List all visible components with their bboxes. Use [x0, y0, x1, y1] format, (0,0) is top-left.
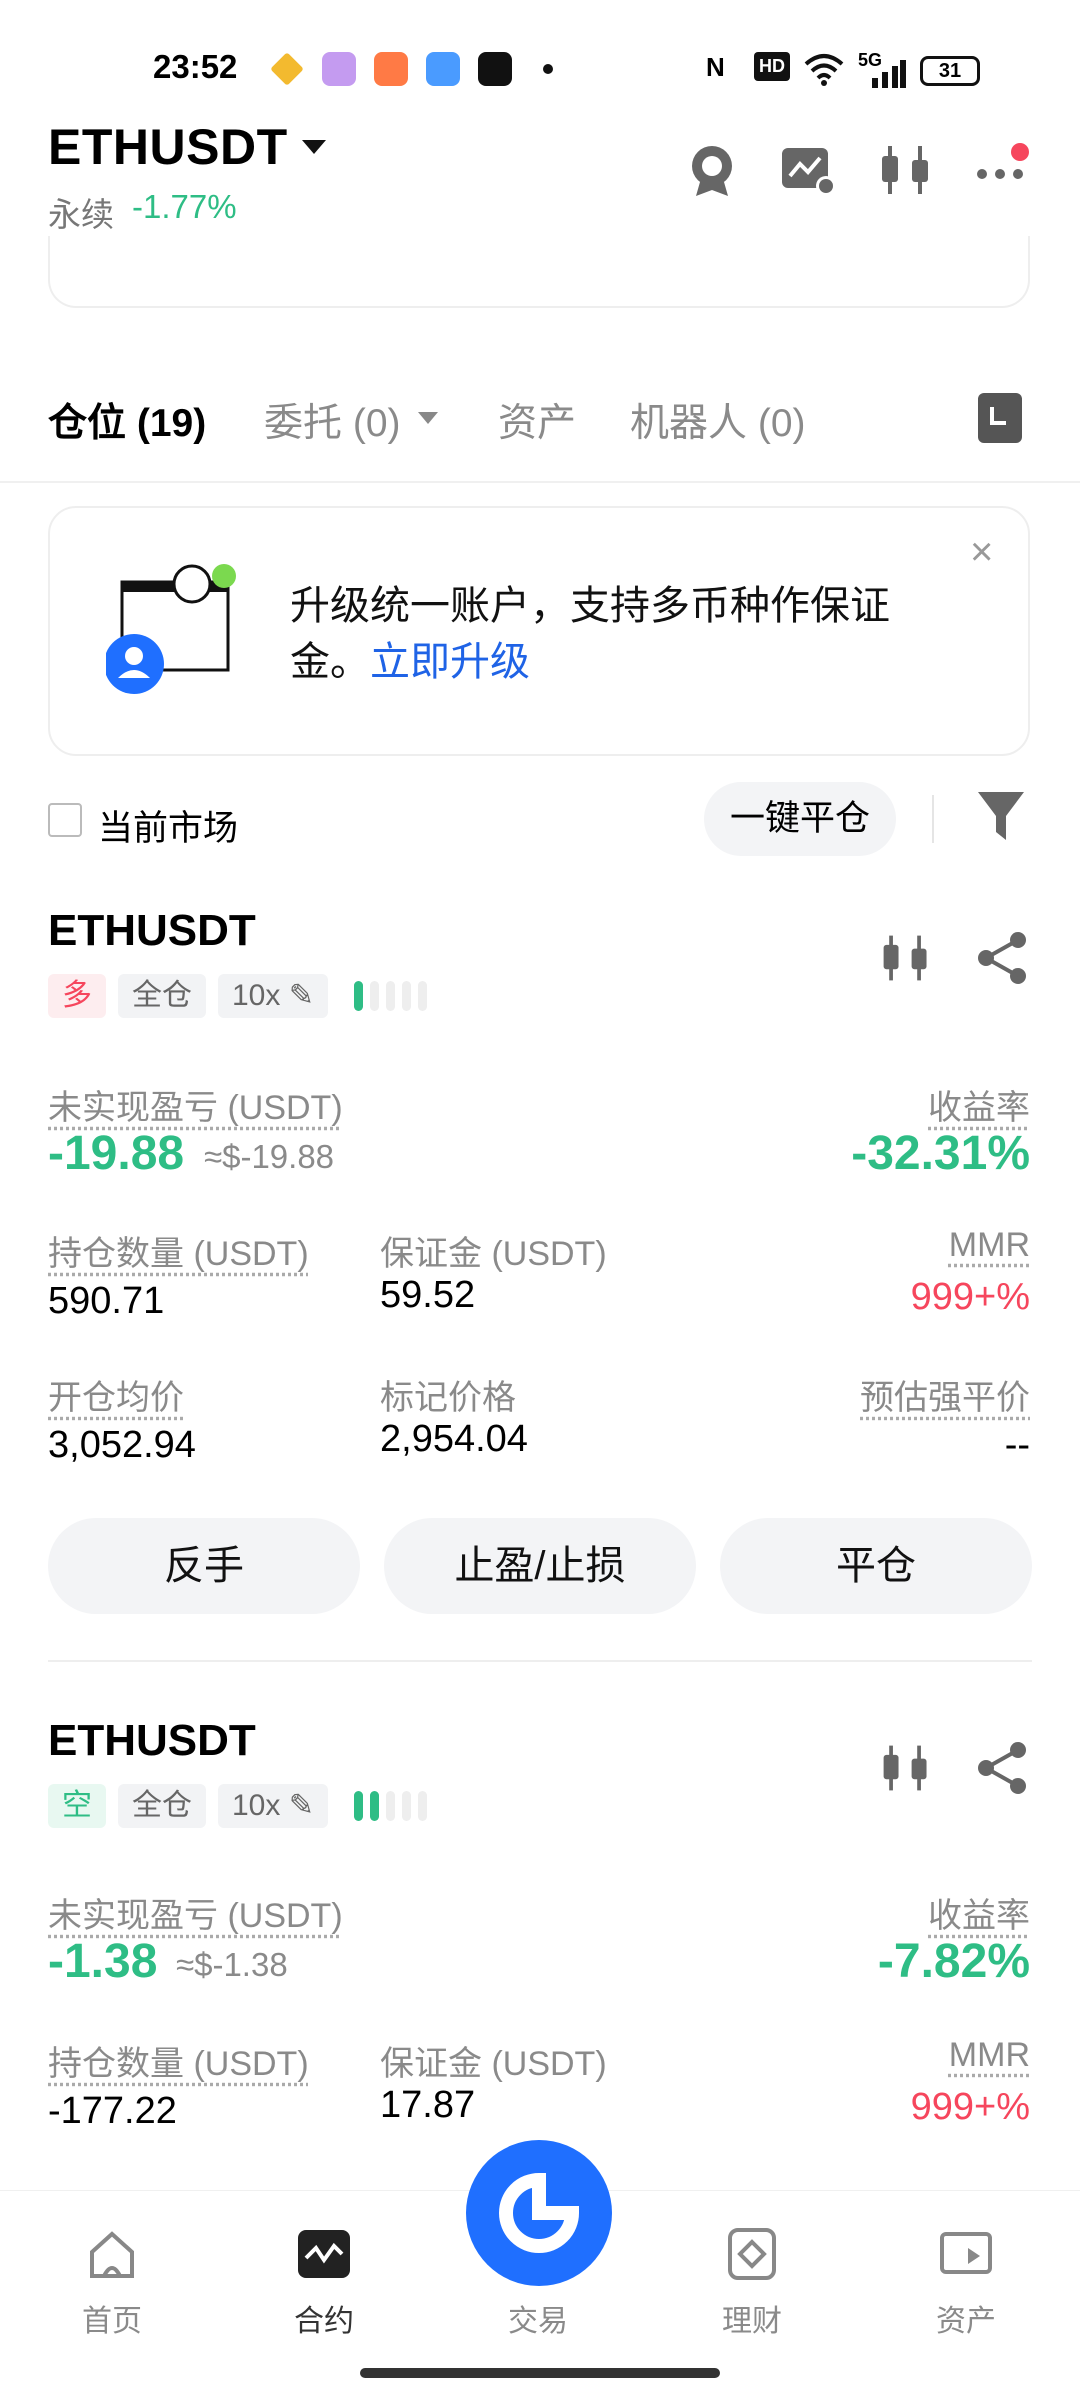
- margin-label: 保证金 (USDT): [380, 1235, 607, 1273]
- nav-trade[interactable]: 交易: [468, 2296, 608, 2340]
- tab-positions[interactable]: 仓位 (19): [48, 392, 206, 448]
- margin-mode-badge: 全仓: [118, 974, 206, 1018]
- nav-home[interactable]: 首页: [42, 2296, 182, 2340]
- symbol-title[interactable]: ETHUSDT: [48, 118, 288, 176]
- margin-label: 保证金 (USDT): [380, 2045, 607, 2083]
- margin-value: 59.52: [380, 1274, 476, 1316]
- close-icon[interactable]: ×: [970, 530, 993, 575]
- tab-orders[interactable]: 委托 (0): [264, 392, 401, 448]
- wallet-icon[interactable]: [938, 2226, 994, 2282]
- size-value: 590.71: [48, 1280, 165, 1322]
- pnl-usd: ≈$-19.88: [204, 1138, 335, 1175]
- position-tags: 多 全仓 10x ✎: [48, 974, 427, 1018]
- mark-price-label: 标记价格: [380, 1379, 516, 1417]
- margin-mode-badge: 全仓: [118, 1784, 206, 1828]
- earn-icon[interactable]: [724, 2226, 780, 2282]
- position-symbol: ETHUSDT: [48, 906, 256, 955]
- home-icon[interactable]: [84, 2226, 140, 2282]
- current-market-checkbox[interactable]: [48, 803, 82, 837]
- hd-badge: HD: [754, 52, 790, 81]
- mark-price-value: 2,954.04: [380, 1418, 528, 1460]
- status-time: 23:52: [153, 48, 238, 85]
- divider: [0, 481, 1080, 483]
- mmr-label[interactable]: MMR: [949, 2036, 1030, 2075]
- price-change: -1.77%: [132, 188, 237, 225]
- battery-indicator: 31: [920, 56, 980, 86]
- chart-icon[interactable]: [878, 930, 934, 986]
- candlestick-icon[interactable]: [876, 140, 936, 200]
- roe-value: -7.82%: [877, 1935, 1030, 1988]
- risk-level-indicator: [353, 1791, 427, 1821]
- chevron-down-icon[interactable]: [418, 412, 438, 424]
- divider: [48, 1660, 1032, 1662]
- liq-price-label[interactable]: 预估强平价: [860, 1370, 1030, 1419]
- share-icon[interactable]: [974, 1740, 1030, 1796]
- mmr-label[interactable]: MMR: [949, 1226, 1030, 1265]
- leverage-value: 10x: [232, 1789, 281, 1822]
- upgrade-link[interactable]: 立即升级: [370, 640, 530, 684]
- notification-badge: [1011, 143, 1029, 161]
- pnl-value: -1.38: [48, 1935, 158, 1988]
- roe-value: -32.31%: [851, 1127, 1030, 1180]
- history-icon[interactable]: [978, 393, 1022, 443]
- mmr-value: 999+%: [910, 1276, 1030, 1318]
- tab-assets[interactable]: 资产: [498, 392, 576, 448]
- signal-icon: [862, 60, 906, 93]
- mmr-value: 999+%: [910, 2086, 1030, 2128]
- entry-price-value: 3,052.94: [48, 1424, 196, 1466]
- nav-earn[interactable]: 理财: [682, 2296, 822, 2340]
- notification-dot-icon: [543, 64, 553, 74]
- entry-price-label[interactable]: 开仓均价: [48, 1370, 184, 1419]
- divider: [932, 795, 934, 843]
- size-value: -177.22: [48, 2090, 177, 2132]
- nav-futures[interactable]: 合约: [254, 2296, 394, 2340]
- size-label[interactable]: 持仓数量 (USDT): [48, 1226, 309, 1275]
- position-tags: 空 全仓 10x ✎: [48, 1784, 427, 1828]
- leverage-badge[interactable]: 10x ✎: [218, 1784, 328, 1828]
- futures-icon[interactable]: [296, 2226, 352, 2282]
- side-badge: 多: [48, 974, 106, 1018]
- app-icon: [322, 52, 356, 86]
- chart-icon[interactable]: [878, 1740, 934, 1796]
- app-icon: [426, 52, 460, 86]
- wifi-icon: [804, 52, 844, 86]
- trade-button[interactable]: [466, 2140, 612, 2286]
- contract-type: 永续: [48, 196, 114, 233]
- roe-label[interactable]: 收益率: [928, 1888, 1030, 1937]
- margin-value: 17.87: [380, 2084, 476, 2126]
- tpsl-button[interactable]: 止盈/止损: [384, 1518, 696, 1614]
- roe-label[interactable]: 收益率: [928, 1080, 1030, 1129]
- position-symbol: ETHUSDT: [48, 1716, 256, 1765]
- banner-message: 升级统一账户，支持多币种作保证金。立即升级: [290, 578, 950, 690]
- nav-assets[interactable]: 资产: [896, 2296, 1036, 2340]
- tiktok-icon: [478, 52, 512, 86]
- current-market-label[interactable]: 当前市场: [98, 800, 238, 851]
- chevron-down-icon[interactable]: [302, 140, 326, 154]
- pnl-value: -19.88: [48, 1127, 185, 1180]
- share-icon[interactable]: [974, 930, 1030, 986]
- risk-level-indicator: [353, 981, 427, 1011]
- leverage-value: 10x: [232, 979, 281, 1012]
- tab-bots[interactable]: 机器人 (0): [630, 392, 806, 448]
- close-position-button[interactable]: 平仓: [720, 1518, 1032, 1614]
- size-label[interactable]: 持仓数量 (USDT): [48, 2036, 309, 2085]
- binance-app-icon: [270, 52, 304, 86]
- liq-price-value: --: [1004, 1424, 1030, 1466]
- home-indicator[interactable]: [360, 2368, 720, 2378]
- close-all-button[interactable]: 一键平仓: [704, 782, 896, 856]
- account-illustration-icon: [104, 562, 236, 696]
- pnl-label[interactable]: 未实现盈亏 (USDT): [48, 1080, 343, 1129]
- side-badge: 空: [48, 1784, 106, 1828]
- award-icon[interactable]: [682, 140, 742, 200]
- reverse-button[interactable]: 反手: [48, 1518, 360, 1614]
- pnl-label[interactable]: 未实现盈亏 (USDT): [48, 1888, 343, 1937]
- leverage-badge[interactable]: 10x ✎: [218, 974, 328, 1018]
- pnl-usd: ≈$-1.38: [176, 1946, 288, 1983]
- app-icon: [374, 52, 408, 86]
- filter-icon[interactable]: [976, 788, 1026, 844]
- nfc-icon: N: [706, 52, 725, 82]
- chart-settings-icon[interactable]: [778, 140, 838, 200]
